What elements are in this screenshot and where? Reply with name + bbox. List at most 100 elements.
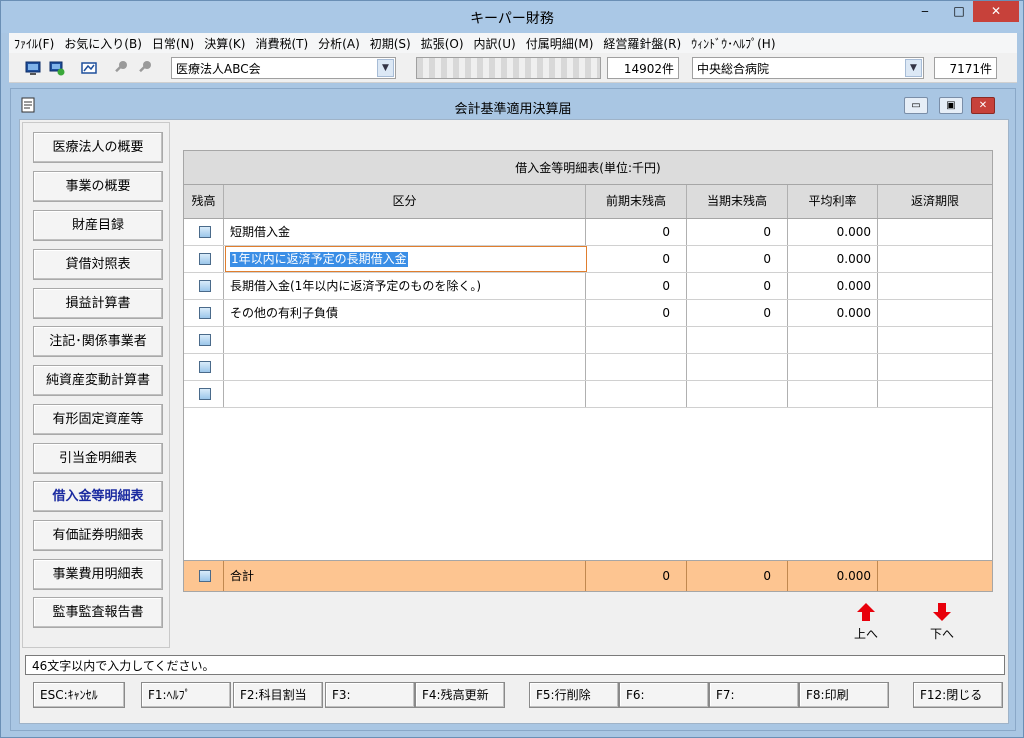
- cell-category[interactable]: 短期借入金: [224, 219, 586, 245]
- f2-account-assign-button[interactable]: F2:科目割当: [233, 682, 323, 708]
- cell-due[interactable]: [878, 381, 992, 407]
- cell-category[interactable]: [224, 354, 586, 380]
- key-icon[interactable]: [113, 60, 129, 76]
- f12-close-button[interactable]: F12:閉じる: [913, 682, 1003, 708]
- cell-curr[interactable]: [687, 354, 788, 380]
- category-edit-field[interactable]: 1年以内に返済予定の長期借入金: [225, 246, 587, 272]
- menu-analysis[interactable]: 分析(A): [313, 35, 365, 52]
- nav-fixed-assets[interactable]: 有形固定資産等: [33, 404, 163, 435]
- total-checkbox[interactable]: [199, 570, 211, 582]
- cell-category[interactable]: [224, 327, 586, 353]
- nav-corporation-overview[interactable]: 医療法人の概要: [33, 132, 163, 163]
- cell-prev[interactable]: [586, 327, 687, 353]
- minimize-button[interactable]: ‒: [911, 1, 939, 22]
- f7-button[interactable]: F7:: [709, 682, 799, 708]
- nav-audit-report[interactable]: 監事監査報告書: [33, 597, 163, 628]
- cell-due[interactable]: [878, 273, 992, 299]
- monitor-export-icon[interactable]: [49, 60, 65, 76]
- cell-prev[interactable]: 0: [586, 246, 687, 272]
- nav-balance-sheet[interactable]: 貸借対照表: [33, 249, 163, 280]
- move-down-button[interactable]: 下へ: [922, 602, 962, 642]
- table-row[interactable]: 長期借入金(1年以内に返済予定のものを除く。) 0 0 0.000: [184, 273, 992, 300]
- cell-rate[interactable]: [788, 354, 878, 380]
- menu-management-compass[interactable]: 経営羅針盤(R): [598, 35, 686, 52]
- nav-business-expense-details[interactable]: 事業費用明細表: [33, 559, 163, 590]
- menu-extension[interactable]: 拡張(O): [416, 35, 469, 52]
- menu-attached-details[interactable]: 付属明細(M): [521, 35, 599, 52]
- cell-category[interactable]: [224, 381, 586, 407]
- menu-closing[interactable]: 決算(K): [199, 35, 250, 52]
- table-row[interactable]: その他の有利子負債 0 0 0.000: [184, 300, 992, 327]
- cell-rate[interactable]: [788, 327, 878, 353]
- cell-curr[interactable]: [687, 381, 788, 407]
- cell-prev[interactable]: [586, 354, 687, 380]
- corporation-select[interactable]: 医療法人ABC会 ▼: [171, 57, 396, 79]
- f1-help-button[interactable]: F1:ﾍﾙﾌﾟ: [141, 682, 231, 708]
- move-up-button[interactable]: 上へ: [846, 602, 886, 642]
- f6-button[interactable]: F6:: [619, 682, 709, 708]
- cell-prev[interactable]: 0: [586, 273, 687, 299]
- menu-breakdown[interactable]: 内訳(U): [469, 35, 521, 52]
- f8-print-button[interactable]: F8:印刷: [799, 682, 889, 708]
- row-checkbox[interactable]: [199, 280, 211, 292]
- cell-due[interactable]: [878, 219, 992, 245]
- cell-due[interactable]: [878, 300, 992, 326]
- row-checkbox[interactable]: [199, 307, 211, 319]
- cell-prev[interactable]: [586, 381, 687, 407]
- cell-curr[interactable]: [687, 327, 788, 353]
- cell-curr[interactable]: 0: [687, 300, 788, 326]
- row-checkbox[interactable]: [199, 334, 211, 346]
- row-checkbox[interactable]: [199, 388, 211, 400]
- nav-net-assets-statement[interactable]: 純資産変動計算書: [33, 365, 163, 396]
- cell-due[interactable]: [878, 246, 992, 272]
- menu-consumption-tax[interactable]: 消費税(T): [250, 35, 313, 52]
- f5-delete-row-button[interactable]: F5:行削除: [529, 682, 619, 708]
- cell-curr[interactable]: 0: [687, 219, 788, 245]
- chevron-down-icon[interactable]: ▼: [905, 59, 922, 77]
- cell-rate[interactable]: 0.000: [788, 219, 878, 245]
- inner-close-button[interactable]: ✕: [971, 97, 995, 114]
- cell-due[interactable]: [878, 354, 992, 380]
- table-row[interactable]: 短期借入金 0 0 0.000: [184, 219, 992, 246]
- key-alt-icon[interactable]: [137, 60, 153, 76]
- cell-rate[interactable]: 0.000: [788, 246, 878, 272]
- table-row[interactable]: 1年以内に返済予定の長期借入金 0 0 0.000: [184, 246, 992, 273]
- cell-prev[interactable]: 0: [586, 219, 687, 245]
- menu-initial[interactable]: 初期(S): [365, 35, 416, 52]
- nav-property-inventory[interactable]: 財産目録: [33, 210, 163, 241]
- table-row[interactable]: [184, 327, 992, 354]
- f3-button[interactable]: F3:: [325, 682, 415, 708]
- inner-maximize-button[interactable]: ▣: [939, 97, 963, 114]
- inner-minimize-button[interactable]: ▭: [904, 97, 928, 114]
- cell-prev[interactable]: 0: [586, 300, 687, 326]
- menu-favorites[interactable]: お気に入り(B): [59, 35, 147, 52]
- nav-income-statement[interactable]: 損益計算書: [33, 288, 163, 319]
- cell-due[interactable]: [878, 327, 992, 353]
- nav-notes-related-parties[interactable]: 注記･関係事業者: [33, 326, 163, 357]
- row-checkbox[interactable]: [199, 361, 211, 373]
- cell-category[interactable]: その他の有利子負債: [224, 300, 586, 326]
- cell-rate[interactable]: 0.000: [788, 273, 878, 299]
- table-row[interactable]: [184, 381, 992, 408]
- maximize-button[interactable]: □: [945, 1, 973, 22]
- esc-cancel-button[interactable]: ESC:ｷｬﾝｾﾙ: [33, 682, 125, 708]
- table-row[interactable]: [184, 354, 992, 381]
- close-button[interactable]: ✕: [973, 1, 1019, 22]
- cell-category[interactable]: 長期借入金(1年以内に返済予定のものを除く。): [224, 273, 586, 299]
- hospital-select[interactable]: 中央総合病院 ▼: [692, 57, 924, 79]
- monitor-icon[interactable]: [25, 60, 41, 76]
- nav-business-overview[interactable]: 事業の概要: [33, 171, 163, 202]
- screen-icon[interactable]: [81, 60, 97, 76]
- chevron-down-icon[interactable]: ▼: [377, 59, 394, 77]
- cell-rate[interactable]: [788, 381, 878, 407]
- menu-file[interactable]: ﾌｧｲﾙ(F): [9, 35, 59, 52]
- row-checkbox[interactable]: [199, 253, 211, 265]
- menu-daily[interactable]: 日常(N): [147, 35, 199, 52]
- cell-rate[interactable]: 0.000: [788, 300, 878, 326]
- nav-allowance-details[interactable]: 引当金明細表: [33, 443, 163, 474]
- row-checkbox[interactable]: [199, 226, 211, 238]
- f4-balance-update-button[interactable]: F4:残高更新: [415, 682, 505, 708]
- nav-securities-details[interactable]: 有価証券明細表: [33, 520, 163, 551]
- cell-curr[interactable]: 0: [687, 246, 788, 272]
- nav-borrowings-details[interactable]: 借入金等明細表: [33, 481, 163, 512]
